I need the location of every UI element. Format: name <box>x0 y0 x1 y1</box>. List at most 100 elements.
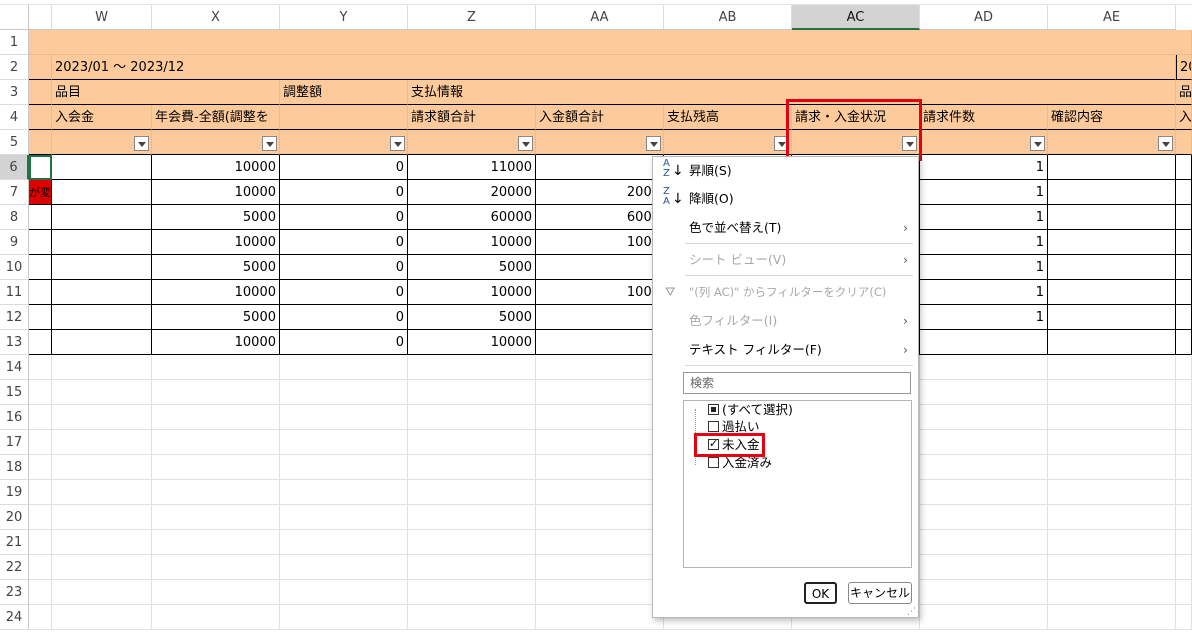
data-cell-y[interactable]: 0 <box>280 205 408 230</box>
filter-dropdown-button[interactable] <box>646 136 661 151</box>
row-header-13[interactable]: 13 <box>0 330 29 355</box>
data-cell-w[interactable] <box>52 180 152 205</box>
empty-cell[interactable] <box>536 555 664 580</box>
data-cell-ad[interactable]: 1 <box>920 230 1048 255</box>
empty-cell[interactable] <box>52 555 152 580</box>
empty-cell[interactable] <box>280 530 408 555</box>
empty-cell[interactable] <box>152 455 280 480</box>
column-header-ae[interactable]: AE <box>1048 5 1176 30</box>
empty-cell[interactable] <box>536 580 664 605</box>
field-header-y[interactable] <box>280 105 408 130</box>
empty-cell[interactable] <box>29 430 52 455</box>
data-cell-z[interactable]: 5000 <box>408 255 536 280</box>
data-cell-w[interactable] <box>52 230 152 255</box>
empty-cell[interactable] <box>1176 530 1192 555</box>
overpaid-checkbox[interactable] <box>708 421 719 432</box>
data-cell-ae[interactable] <box>1048 180 1176 205</box>
empty-cell[interactable] <box>152 530 280 555</box>
empty-cell[interactable] <box>408 405 536 430</box>
empty-cell[interactable] <box>280 480 408 505</box>
empty-cell[interactable] <box>1048 605 1176 630</box>
field-header-aa[interactable]: 入金額合計 <box>536 105 664 130</box>
column-header-ac[interactable]: AC <box>792 5 920 30</box>
data-cell-next[interactable] <box>1176 230 1192 255</box>
empty-cell[interactable] <box>29 380 52 405</box>
empty-cell[interactable] <box>536 430 664 455</box>
data-cell-aa[interactable] <box>536 155 664 180</box>
empty-cell[interactable] <box>152 505 280 530</box>
empty-cell[interactable] <box>536 405 664 430</box>
row1-band[interactable] <box>29 30 1192 55</box>
row-header-24[interactable]: 24 <box>0 605 29 630</box>
empty-cell[interactable] <box>536 355 664 380</box>
empty-cell[interactable] <box>408 430 536 455</box>
empty-cell[interactable] <box>152 380 280 405</box>
filter-cell-aa[interactable] <box>536 130 664 155</box>
data-cell-x[interactable]: 10000 <box>152 230 280 255</box>
empty-cell[interactable] <box>280 555 408 580</box>
row-header-4[interactable]: 4 <box>0 105 29 130</box>
data-cell-y[interactable]: 0 <box>280 280 408 305</box>
empty-cell[interactable] <box>280 355 408 380</box>
empty-cell[interactable] <box>408 355 536 380</box>
data-cell-y[interactable]: 0 <box>280 305 408 330</box>
column-header-w[interactable]: W <box>52 5 152 30</box>
data-cell-aa[interactable]: 6000 <box>536 205 664 230</box>
empty-cell[interactable] <box>536 605 664 630</box>
data-cell-left[interactable] <box>29 280 52 305</box>
empty-cell[interactable] <box>536 380 664 405</box>
empty-cell[interactable] <box>52 530 152 555</box>
data-cell-z[interactable]: 10000 <box>408 280 536 305</box>
filter-dropdown-button[interactable] <box>518 136 533 151</box>
data-cell-left[interactable] <box>29 230 52 255</box>
data-cell-aa[interactable]: 1000 <box>536 230 664 255</box>
empty-cell[interactable] <box>536 480 664 505</box>
field-header-w[interactable]: 入会金 <box>52 105 152 130</box>
row-header-5[interactable]: 5 <box>0 130 29 155</box>
row-header-22[interactable]: 22 <box>0 555 29 580</box>
data-cell-next[interactable] <box>1176 330 1192 355</box>
filter-cell-ae[interactable] <box>1048 130 1176 155</box>
data-cell-next[interactable] <box>1176 305 1192 330</box>
data-cell-x[interactable]: 5000 <box>152 205 280 230</box>
empty-cell[interactable] <box>1176 355 1192 380</box>
empty-cell[interactable] <box>920 530 1048 555</box>
empty-cell[interactable] <box>536 505 664 530</box>
empty-cell[interactable] <box>280 405 408 430</box>
empty-cell[interactable] <box>280 380 408 405</box>
data-cell-y[interactable]: 0 <box>280 180 408 205</box>
empty-cell[interactable] <box>1176 430 1192 455</box>
row-header-12[interactable]: 12 <box>0 305 29 330</box>
empty-cell[interactable] <box>408 380 536 405</box>
select-all-checkbox[interactable] <box>708 404 719 415</box>
data-cell-z[interactable]: 10000 <box>408 230 536 255</box>
empty-cell[interactable] <box>29 455 52 480</box>
data-cell-left[interactable] <box>29 330 52 355</box>
empty-cell[interactable] <box>1048 580 1176 605</box>
data-cell-aa[interactable]: 2000 <box>536 180 664 205</box>
row-header-1[interactable]: 1 <box>0 30 29 55</box>
data-cell-next[interactable] <box>1176 180 1192 205</box>
data-cell-ae[interactable] <box>1048 230 1176 255</box>
empty-cell[interactable] <box>280 430 408 455</box>
empty-cell[interactable] <box>1048 430 1176 455</box>
empty-cell[interactable] <box>920 555 1048 580</box>
data-cell-ad[interactable]: 1 <box>920 155 1048 180</box>
row-header-10[interactable]: 10 <box>0 255 29 280</box>
empty-cell[interactable] <box>52 480 152 505</box>
row-header-6[interactable]: 6 <box>0 155 29 180</box>
empty-cell[interactable] <box>29 355 52 380</box>
filter-cell-ad[interactable] <box>920 130 1048 155</box>
empty-cell[interactable] <box>920 430 1048 455</box>
empty-cell[interactable] <box>920 580 1048 605</box>
data-cell-x[interactable]: 5000 <box>152 255 280 280</box>
data-cell-x[interactable]: 10000 <box>152 330 280 355</box>
data-cell-left[interactable] <box>29 255 52 280</box>
row-header-23[interactable]: 23 <box>0 580 29 605</box>
empty-cell[interactable] <box>920 505 1048 530</box>
filter-dropdown-button[interactable] <box>262 136 277 151</box>
row-header-16[interactable]: 16 <box>0 405 29 430</box>
data-cell-x[interactable]: 10000 <box>152 155 280 180</box>
empty-cell[interactable] <box>1048 405 1176 430</box>
data-cell-ad[interactable]: 1 <box>920 255 1048 280</box>
